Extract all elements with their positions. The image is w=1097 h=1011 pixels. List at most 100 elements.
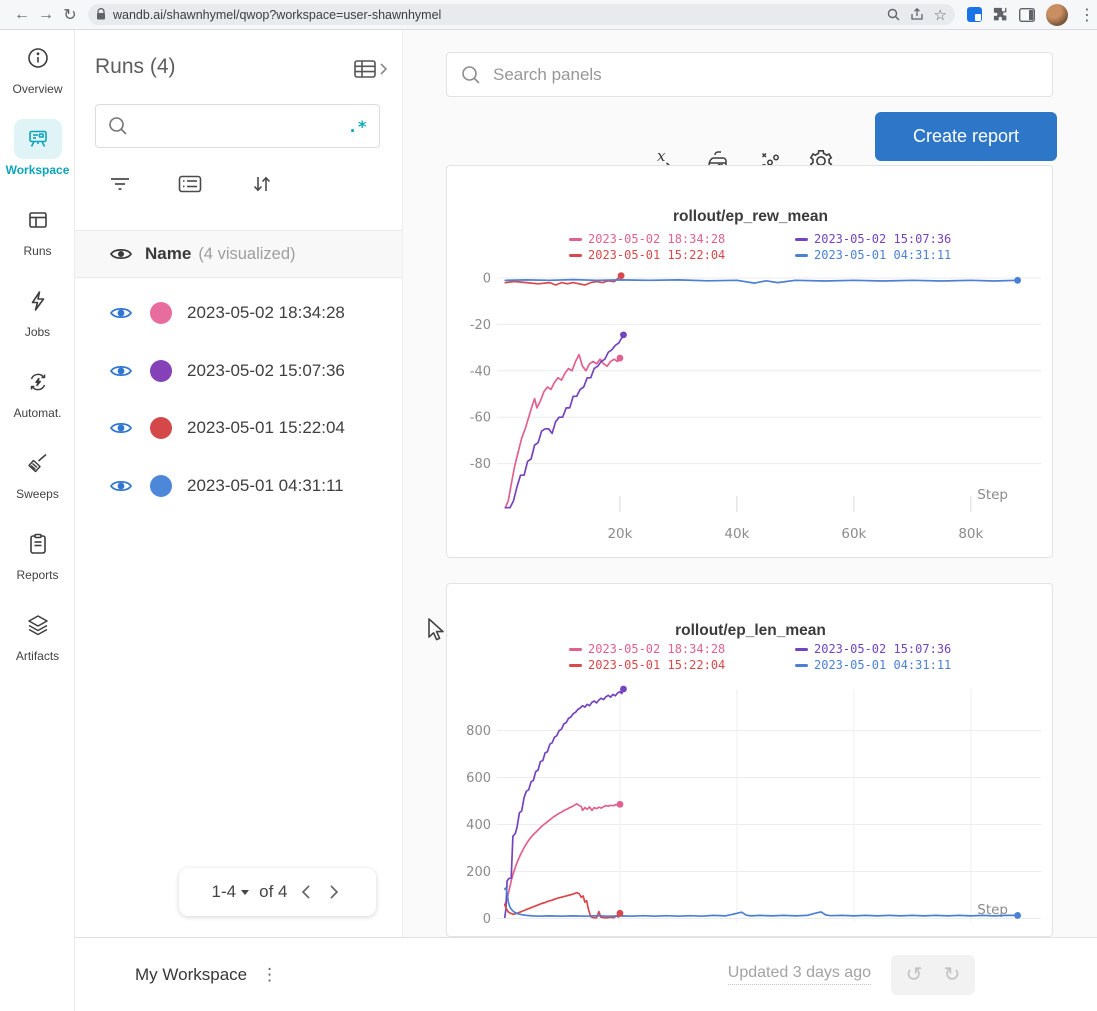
updated-timestamp[interactable]: Updated 3 days ago (728, 964, 871, 985)
panel-search-box[interactable] (446, 52, 1053, 97)
page-range-dropdown[interactable]: 1-4 (212, 882, 250, 902)
panel-search-input[interactable] (493, 65, 1038, 85)
next-page-button[interactable] (325, 884, 343, 900)
sort-icon[interactable] (250, 172, 274, 196)
legend-dash (795, 664, 808, 667)
dropdown-caret-icon (241, 890, 249, 895)
run-name[interactable]: 2023-05-02 18:34:28 (187, 303, 345, 323)
run-name[interactable]: 2023-05-02 15:07:36 (187, 361, 345, 381)
undo-icon[interactable]: ↺ (895, 958, 933, 992)
profile-avatar[interactable] (1046, 4, 1068, 26)
line-chart[interactable]: 0-20-40-60-8020k40k60k80kStep (447, 266, 1053, 551)
bookmark-star-icon[interactable]: ☆ (934, 6, 947, 24)
sidebar-item-jobs[interactable]: Jobs (0, 281, 75, 339)
svg-text:600: 600 (466, 771, 491, 786)
run-color-dot (150, 475, 172, 497)
info-icon (14, 38, 62, 78)
run-row[interactable]: 2023-05-02 15:07:36 (75, 342, 402, 400)
legend-item[interactable]: 2023-05-01 15:22:04 (569, 658, 795, 672)
filter-icon[interactable] (108, 172, 132, 196)
legend-item[interactable]: 2023-05-01 04:31:11 (795, 658, 951, 672)
address-bar[interactable]: wandb.ai/shawnhymel/qwop?workspace=user-… (88, 4, 955, 25)
workspace-footer: My Workspace ⋮ Updated 3 days ago ↺ ↻ (75, 937, 1097, 1011)
svg-text:-80: -80 (470, 457, 491, 472)
runs-search-input[interactable] (138, 118, 348, 135)
chart-panel-ep-rew-mean[interactable]: rollout/ep_rew_mean 2023-05-02 18:34:282… (446, 165, 1053, 558)
visibility-eye-icon[interactable] (109, 246, 133, 262)
share-icon[interactable] (910, 8, 924, 21)
run-row[interactable]: 2023-05-02 18:34:28 (75, 284, 402, 342)
legend-item[interactable]: 2023-05-02 15:07:36 (795, 642, 951, 656)
run-row[interactable]: 2023-05-01 15:22:04 (75, 399, 402, 457)
chart-panel-ep-len-mean[interactable]: rollout/ep_len_mean 2023-05-02 18:34:282… (446, 583, 1053, 937)
svg-text:-40: -40 (470, 364, 491, 379)
url-text: wandb.ai/shawnhymel/qwop?workspace=user-… (113, 8, 877, 22)
legend-run-name: 2023-05-02 15:07:36 (814, 642, 951, 656)
workspace-menu-icon[interactable]: ⋮ (261, 965, 279, 985)
sidebar-item-sweeps[interactable]: Sweeps (0, 443, 75, 501)
side-panel-icon[interactable] (1019, 8, 1035, 22)
sidebar-item-automations[interactable]: Automat. (0, 362, 75, 420)
name-column-label: Name (145, 244, 191, 264)
chrome-menu-icon[interactable]: ⋮ (1079, 5, 1091, 25)
legend-run-name: 2023-05-01 15:22:04 (588, 658, 725, 672)
legend-item[interactable]: 2023-05-01 04:31:11 (795, 248, 951, 262)
extensions-puzzle-icon[interactable] (993, 7, 1008, 22)
run-color-dot (150, 417, 172, 439)
back-icon[interactable]: ← (10, 6, 34, 24)
sidebar-label: Automat. (13, 406, 61, 420)
svg-text:40k: 40k (724, 526, 749, 542)
legend-dash (569, 254, 582, 257)
svg-text:800: 800 (466, 724, 491, 739)
group-list-icon[interactable] (178, 172, 202, 196)
extension-badge-icon[interactable] (967, 7, 982, 22)
eye-icon[interactable] (109, 305, 133, 321)
runs-search-box[interactable]: .* (95, 104, 380, 148)
runs-table-icon (14, 200, 62, 240)
eye-icon[interactable] (109, 363, 133, 379)
legend-item[interactable]: 2023-05-02 15:07:36 (795, 232, 951, 246)
chart-title: rollout/ep_rew_mean (447, 208, 1053, 226)
prev-page-button[interactable] (297, 884, 315, 900)
svg-text:x: x (657, 148, 666, 165)
sidebar-item-overview[interactable]: Overview (0, 38, 75, 96)
automations-icon (14, 362, 62, 402)
run-color-dot (150, 302, 172, 324)
run-name[interactable]: 2023-05-01 04:31:11 (187, 476, 344, 496)
legend-dash (569, 238, 582, 241)
search-icon (461, 65, 481, 85)
runs-filter-row (75, 164, 403, 204)
legend-item[interactable]: 2023-05-02 18:34:28 (569, 232, 795, 246)
create-report-button[interactable]: Create report (875, 112, 1057, 161)
run-name[interactable]: 2023-05-01 15:22:04 (187, 418, 345, 438)
eye-icon[interactable] (109, 420, 133, 436)
eye-icon[interactable] (109, 478, 133, 494)
run-row[interactable]: 2023-05-01 04:31:11 (75, 457, 402, 515)
pagination: 1-4 of 4 (179, 868, 376, 916)
table-icon (353, 58, 377, 80)
chevron-right-icon (379, 62, 388, 76)
clipboard-icon (14, 524, 62, 564)
sidebar-item-workspace[interactable]: Workspace (0, 119, 75, 177)
chart-legend: 2023-05-02 18:34:28 2023-05-02 15:07:36 20… (569, 642, 951, 672)
legend-run-name: 2023-05-01 15:22:04 (588, 248, 725, 262)
legend-item[interactable]: 2023-05-02 18:34:28 (569, 642, 795, 656)
sidebar-label: Jobs (25, 325, 50, 339)
svg-text:200: 200 (466, 865, 491, 880)
sidebar-item-artifacts[interactable]: Artifacts (0, 605, 75, 663)
lock-icon (96, 8, 106, 21)
legend-item[interactable]: 2023-05-01 15:22:04 (569, 248, 795, 262)
reload-icon[interactable]: ↻ (58, 5, 82, 25)
sidebar-label: Artifacts (16, 649, 59, 663)
sidebar-item-reports[interactable]: Reports (0, 524, 75, 582)
sidebar-item-runs[interactable]: Runs (0, 200, 75, 258)
redo-icon[interactable]: ↻ (933, 958, 971, 992)
layers-icon (14, 605, 62, 645)
line-chart[interactable]: 8006004002000Step (447, 681, 1053, 937)
expand-runs-table-button[interactable] (353, 58, 388, 80)
forward-icon[interactable]: → (34, 6, 58, 24)
workspace-name: My Workspace (135, 965, 247, 985)
runs-panel-title: Runs (4) (95, 55, 176, 79)
regex-toggle[interactable]: .* (348, 117, 367, 136)
zoom-page-icon[interactable] (887, 8, 900, 21)
